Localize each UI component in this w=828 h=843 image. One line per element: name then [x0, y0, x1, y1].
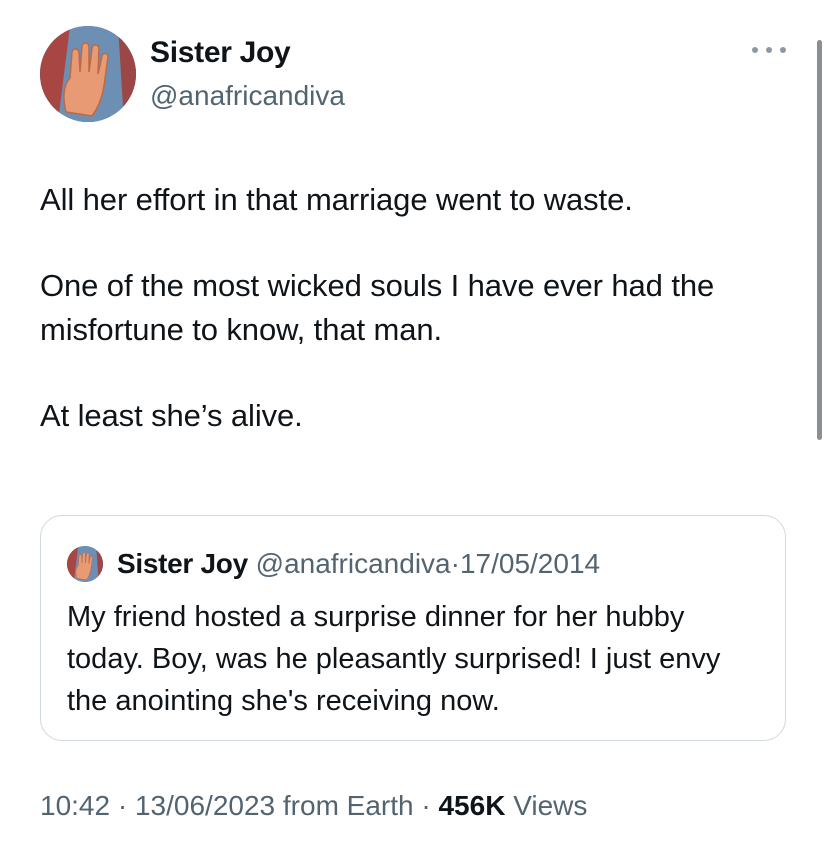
- tweet-paragraph: All her effort in that marriage went to …: [40, 182, 633, 217]
- author-handle[interactable]: @anafricandiva: [150, 80, 345, 112]
- views-label[interactable]: Views: [513, 790, 587, 821]
- quoted-separator: ·: [450, 548, 460, 579]
- meta-separator: ·: [117, 790, 128, 821]
- tweet-detail: Sister Joy @anafricandiva All her effort…: [0, 0, 828, 843]
- author-name[interactable]: Sister Joy: [150, 36, 291, 70]
- scrollbar[interactable]: [817, 40, 822, 440]
- more-dot: [766, 47, 772, 53]
- quoted-tweet-card[interactable]: Sister Joy @anafricandiva·17/05/2014 My …: [40, 515, 786, 741]
- meta-separator: ·: [421, 790, 431, 821]
- quoted-tweet-text: My friend hosted a surprise dinner for h…: [67, 601, 721, 717]
- quoted-date: 17/05/2014: [459, 548, 601, 579]
- views-count[interactable]: 456K: [438, 790, 505, 821]
- quoted-avatar: [67, 546, 103, 582]
- quoted-author-handle: @anafricandiva: [255, 548, 451, 579]
- tweet-source: from Earth: [282, 790, 414, 821]
- tweet-paragraph: At least she’s alive.: [40, 398, 303, 433]
- tweet-time[interactable]: 10:42: [40, 790, 110, 821]
- quoted-author-name: Sister Joy: [117, 548, 248, 579]
- hand-photo-icon: [40, 26, 136, 122]
- tweet-paragraph: One of the most wicked souls I have ever…: [40, 268, 715, 347]
- tweet-date[interactable]: 13/06/2023: [135, 790, 275, 821]
- more-horizontal-icon[interactable]: [752, 40, 786, 60]
- hand-photo-icon: [67, 546, 103, 582]
- tweet-text: All her effort in that marriage went to …: [40, 178, 800, 438]
- tweet-meta: 10:42 · 13/06/2023 from Earth · 456K Vie…: [40, 790, 587, 822]
- avatar[interactable]: [40, 26, 136, 122]
- quoted-header: Sister Joy @anafricandiva·17/05/2014: [117, 546, 600, 582]
- more-dot: [780, 47, 786, 53]
- more-dot: [752, 47, 758, 53]
